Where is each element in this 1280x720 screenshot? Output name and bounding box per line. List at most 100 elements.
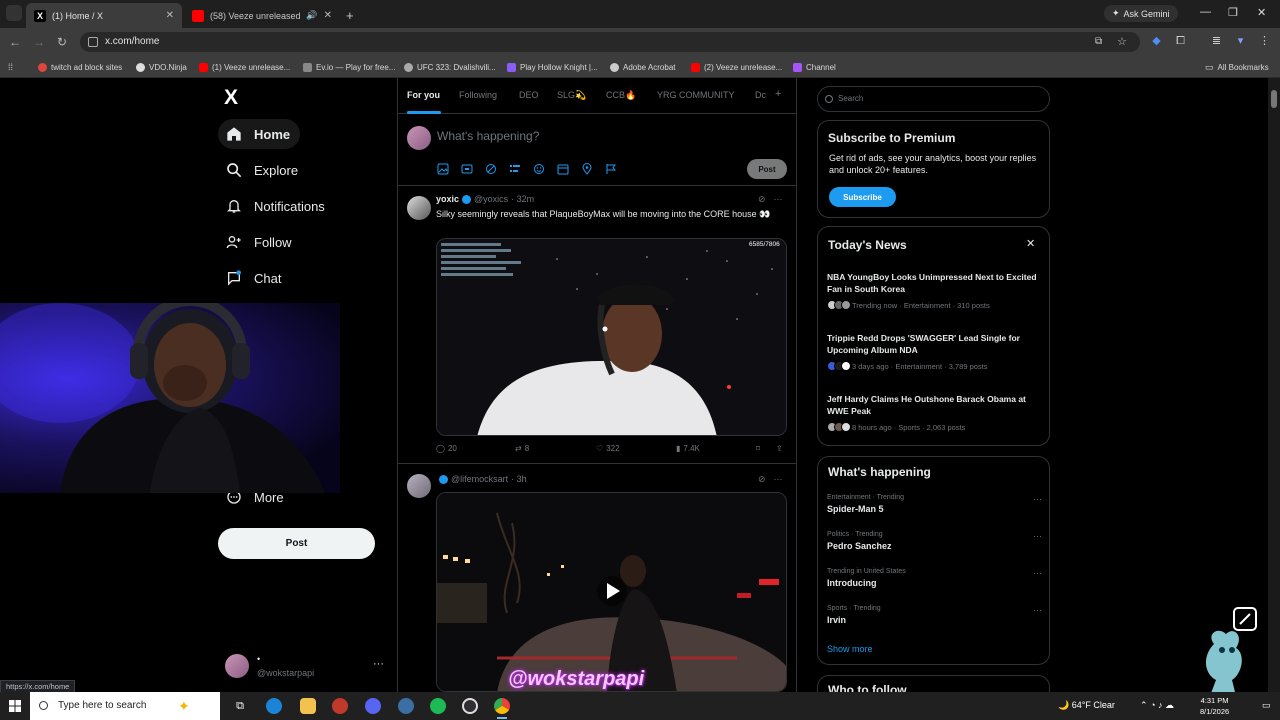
spotify-icon[interactable] xyxy=(430,698,446,714)
tweet-media-image[interactable]: 6585/7806 xyxy=(436,238,787,436)
nav-item-home[interactable]: Home xyxy=(218,119,301,149)
site-info-icon[interactable] xyxy=(88,37,98,47)
bookmark-item[interactable]: (1) Veeze unrelease... xyxy=(199,60,290,74)
install-app-icon[interactable]: ⧉ xyxy=(1095,32,1102,52)
bookmark-item[interactable]: Channel xyxy=(793,60,836,74)
tab-slg[interactable]: SLG💫 xyxy=(557,90,586,101)
subscribe-button[interactable]: Subscribe xyxy=(829,187,896,207)
gif-icon[interactable] xyxy=(461,163,473,175)
repost-button[interactable]: ⇄ 8 xyxy=(515,444,529,453)
more-options-icon[interactable]: ··· xyxy=(774,474,783,485)
avatar[interactable] xyxy=(407,196,431,220)
more-options-icon[interactable]: ··· xyxy=(774,194,783,205)
notification-icon[interactable]: ▭ xyxy=(1262,700,1271,711)
trend-item[interactable]: Entertainment · Trending Spider-Man 5 ··… xyxy=(827,494,1042,514)
author-handle[interactable]: @lifemocksart xyxy=(451,474,508,484)
trend-item[interactable]: Politics · Trending Pedro Sanchez ··· xyxy=(827,531,1042,551)
trend-more-icon[interactable]: ··· xyxy=(1033,531,1042,541)
minimize-window-button[interactable]: — xyxy=(1200,6,1211,18)
tab-deo[interactable]: DEO xyxy=(519,90,539,100)
image-icon[interactable] xyxy=(437,163,449,175)
compose-input[interactable]: What's happening? xyxy=(437,129,539,143)
bookmark-button[interactable]: ⌑ xyxy=(756,444,760,453)
weather-widget[interactable]: 🌙 64°F Clear xyxy=(1058,700,1115,711)
account-switcher[interactable]: • @wokstarpapi ··· xyxy=(225,652,385,682)
tweet[interactable]: @lifemocksart · 3h ⊘ ··· xyxy=(398,464,796,692)
news-item[interactable]: Trippie Redd Drops 'SWAGGER' Lead Single… xyxy=(827,332,1042,371)
speaker-icon[interactable]: ♪ xyxy=(1158,700,1163,710)
schedule-icon[interactable] xyxy=(557,163,569,175)
nav-item-follow[interactable]: Follow xyxy=(218,227,302,257)
chrome-menu-icon[interactable]: ⋮ xyxy=(1258,35,1271,48)
news-item[interactable]: Jeff Hardy Claims He Outshone Barack Oba… xyxy=(827,393,1042,432)
show-more-link[interactable]: Show more xyxy=(827,644,873,654)
news-item[interactable]: NBA YoungBoy Looks Unimpressed Next to E… xyxy=(827,271,1042,310)
profile-icon[interactable]: ▾ xyxy=(1234,35,1247,48)
speaker-icon[interactable]: 🔊 xyxy=(306,10,317,21)
all-bookmarks-folder[interactable]: ▭ All Bookmarks xyxy=(1205,60,1269,74)
tab-close-icon[interactable]: ✕ xyxy=(166,10,174,21)
tab-for-you[interactable]: For you xyxy=(407,90,440,100)
grok-icon[interactable] xyxy=(485,163,497,175)
trend-more-icon[interactable]: ··· xyxy=(1033,568,1042,578)
tab-yrg-community[interactable]: YRG COMMUNITY xyxy=(657,90,735,100)
windows-start-icon[interactable] xyxy=(9,700,21,712)
reading-list-icon[interactable]: ≣ xyxy=(1210,35,1223,48)
tab-close-icon[interactable]: ✕ xyxy=(324,10,332,21)
forward-arrow-icon[interactable]: → xyxy=(33,35,45,49)
close-window-button[interactable]: ✕ xyxy=(1257,6,1266,19)
reply-button[interactable]: ◯ 20 xyxy=(436,444,457,453)
cloud-icon[interactable]: ☁ xyxy=(1165,700,1174,710)
new-tab-button[interactable]: + xyxy=(342,3,362,28)
address-bar[interactable]: x.com/home ⧉ ☆ xyxy=(80,32,1140,52)
tweet-time[interactable]: · 3h xyxy=(511,474,527,484)
extension-shield-icon[interactable]: ◆ xyxy=(1150,35,1163,48)
app-icon-blue[interactable] xyxy=(398,698,414,714)
bookmark-star-icon[interactable]: ☆ xyxy=(1117,32,1127,52)
obs-studio-icon[interactable] xyxy=(462,698,478,714)
flag-icon[interactable] xyxy=(605,163,617,175)
search-input[interactable]: Search xyxy=(817,86,1050,112)
browser-tab-x-home[interactable]: X (1) Home / X ✕ xyxy=(26,3,182,28)
nav-item-chat[interactable]: Chat xyxy=(218,263,291,293)
trend-more-icon[interactable]: ··· xyxy=(1033,605,1042,615)
account-more-icon[interactable]: ··· xyxy=(373,658,384,670)
task-view-icon[interactable]: ⧉ xyxy=(232,698,248,714)
views-button[interactable]: ▮ 7.4K xyxy=(676,444,700,453)
x-logo[interactable]: X xyxy=(224,87,244,108)
tweet-media-video[interactable] xyxy=(436,492,787,692)
tweet[interactable]: yoxic @yoxics · 32m ⊘ ··· Silky seemingl… xyxy=(398,186,796,464)
post-button[interactable]: Post xyxy=(218,528,375,559)
tab-search-button[interactable] xyxy=(6,5,22,21)
compose-post-button[interactable]: Post xyxy=(747,159,787,179)
add-tab-button[interactable]: + xyxy=(775,88,781,100)
taskbar-search-input[interactable]: Type here to search ✦ xyxy=(30,692,220,720)
tab-dc[interactable]: Dc xyxy=(755,90,766,100)
back-arrow-icon[interactable]: ← xyxy=(9,35,21,49)
trend-item[interactable]: Sports · Trending Irvin ··· xyxy=(827,605,1042,625)
grok-icon[interactable]: ⊘ xyxy=(758,194,766,205)
reload-icon[interactable]: ↻ xyxy=(57,35,67,49)
network-icon[interactable]: ◔ xyxy=(1150,700,1155,710)
maximize-window-button[interactable]: ❐ xyxy=(1228,6,1238,19)
trend-item[interactable]: Trending in United States Introducing ··… xyxy=(827,568,1042,588)
nav-item-explore[interactable]: Explore xyxy=(218,155,308,185)
page-scrollbar[interactable] xyxy=(1268,78,1280,692)
author-handle[interactable]: @yoxics xyxy=(474,194,508,204)
system-clock[interactable]: 4:31 PM 8/1/2026 xyxy=(1200,695,1229,717)
share-button[interactable]: ⇪ xyxy=(776,444,783,453)
bookmark-item[interactable]: VDO.Ninja xyxy=(136,60,187,74)
file-explorer-icon[interactable] xyxy=(300,698,316,714)
browser-tab-youtube[interactable]: (58) Veeze unreleased - Fo 🔊 ✕ xyxy=(184,3,340,28)
scrollbar-thumb[interactable] xyxy=(1271,90,1277,108)
bookmark-item[interactable]: Ev.io — Play for free... xyxy=(303,60,395,74)
bookmark-item[interactable]: Adobe Acrobat xyxy=(610,60,675,74)
tweet-time[interactable]: · 32m xyxy=(511,194,534,204)
avatar[interactable] xyxy=(407,474,431,498)
bookmark-item[interactable]: twitch ad block sites xyxy=(38,60,122,74)
discord-icon[interactable] xyxy=(365,698,381,714)
nav-item-notifications[interactable]: Notifications xyxy=(218,191,335,221)
ask-gemini-button[interactable]: ✦ Ask Gemini xyxy=(1104,5,1178,22)
emoji-icon[interactable] xyxy=(533,163,545,175)
bookmark-item[interactable]: (2) Veeze unrelease... xyxy=(691,60,782,74)
